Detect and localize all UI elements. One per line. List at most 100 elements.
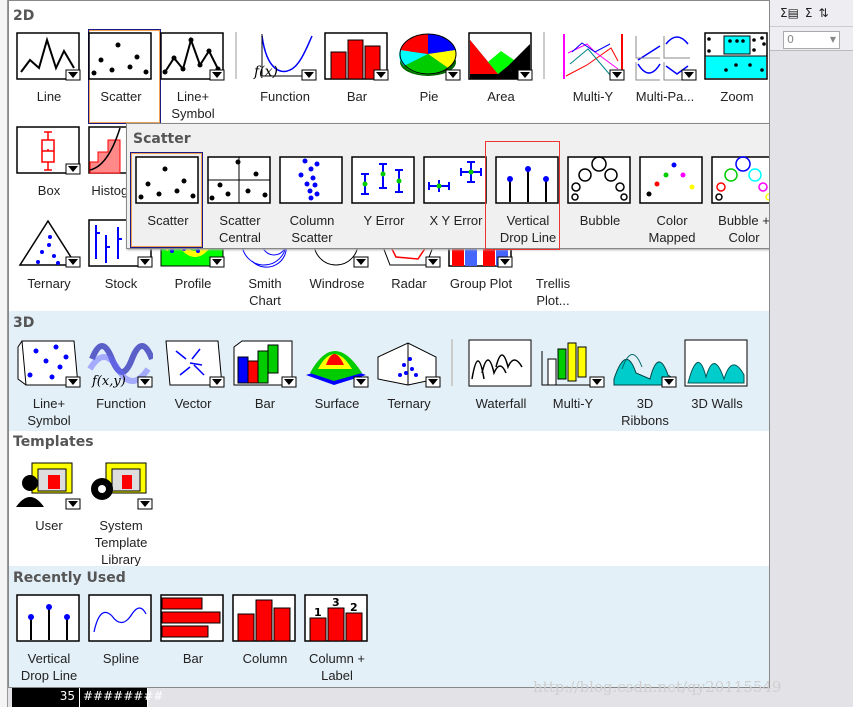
combo-box[interactable]: 0 ▼ <box>783 31 840 49</box>
divider <box>235 32 237 79</box>
svg-text:2: 2 <box>350 601 358 614</box>
pie-icon[interactable] <box>395 31 461 81</box>
graph-type-label: Pie <box>419 89 439 104</box>
graph-type-label: Line+ Symbol <box>171 89 215 121</box>
graph-type-label: Column + Label <box>309 651 365 683</box>
3dfunction-icon[interactable]: f(x,y) <box>87 338 155 389</box>
graph-type-label: Multi-Pa... <box>635 89 695 104</box>
3dvector-icon[interactable] <box>159 338 225 388</box>
system-icon[interactable] <box>87 460 153 510</box>
flyout-title: Scatter <box>133 131 191 147</box>
user-icon[interactable] <box>15 460 81 510</box>
graph-type-label: 3D Ribbons <box>621 396 669 428</box>
sigma-row-icon[interactable]: Σ <box>805 6 813 20</box>
ternary-icon[interactable] <box>15 218 81 268</box>
3dternary-icon[interactable] <box>375 338 441 388</box>
bar-icon[interactable] <box>323 31 389 81</box>
dropline-icon[interactable] <box>15 593 81 643</box>
graph-type-label: Column Scatter <box>289 213 335 245</box>
cell[interactable]: 35 <box>12 688 80 707</box>
graph-type-label: Area <box>487 89 515 104</box>
zoom-icon[interactable] <box>703 31 769 81</box>
scatter-icon[interactable] <box>87 31 153 81</box>
combo-value: 0 <box>787 33 794 46</box>
bubble-icon[interactable] <box>566 155 632 205</box>
svg-text:1: 1 <box>314 606 322 619</box>
graph-type-label: Multi-Y <box>552 396 594 411</box>
graph-type-label: Waterfall <box>475 396 527 411</box>
xyerror-icon[interactable] <box>422 155 488 205</box>
section-3d: 3D Line+ Symbol f(x,y) Function Vector Bar Su… <box>9 311 769 431</box>
box-icon[interactable] <box>15 125 81 175</box>
graph-type-label: Surface <box>314 396 360 411</box>
graph-type-label: Function <box>260 89 310 104</box>
scatter-flyout: Scatter Scatter Scatter Central Column Sca… <box>126 123 769 250</box>
section-title-2d: 2D <box>13 8 35 24</box>
graph-type-label: Scatter Central <box>219 213 261 245</box>
3dmultiy-icon[interactable] <box>539 338 605 388</box>
graph-type-label: System Template Library <box>94 518 148 567</box>
graph-type-label: Radar <box>391 276 427 291</box>
graph-type-label: Smith Chart <box>248 276 282 308</box>
graph-type-label: Line+ Symbol <box>27 396 71 428</box>
graph-gallery-panel: 2D Line Scatter Line+ Symbol f(x) Function Ba… <box>8 0 770 688</box>
function-icon[interactable]: f(x) <box>251 31 317 81</box>
line-icon[interactable] <box>15 31 81 81</box>
graph-type-label: X Y Error <box>429 213 483 228</box>
graph-type-label: Function <box>96 396 146 411</box>
graph-type-label: User <box>35 518 63 533</box>
graph-type-label: Trellis Plot... <box>535 276 571 308</box>
area-icon[interactable] <box>467 31 533 81</box>
colscatter-icon[interactable] <box>278 155 344 205</box>
ribbons-icon[interactable] <box>611 338 677 388</box>
divider <box>451 339 453 386</box>
3dscatter-icon[interactable] <box>15 338 81 388</box>
watermark: http://blog.csdn.net/qy20115549 <box>533 678 782 696</box>
sort-icon[interactable]: ⇅ <box>819 6 829 20</box>
divider <box>543 32 545 79</box>
worksheet-edge <box>0 0 8 707</box>
3dbar-icon[interactable] <box>231 338 297 388</box>
hbar-icon[interactable] <box>159 593 225 643</box>
section-title-3d: 3D <box>13 315 35 331</box>
graph-type-label: Scatter <box>100 89 142 104</box>
graph-type-label: Vertical Drop Line <box>20 651 78 683</box>
graph-type-label: Spline <box>102 651 140 666</box>
3dsurface-icon[interactable] <box>303 338 369 388</box>
cell[interactable]: ######## <box>80 688 163 707</box>
walls-icon[interactable] <box>683 338 749 388</box>
graph-type-label: Multi-Y <box>572 89 614 104</box>
colormapped-icon[interactable] <box>638 155 704 205</box>
section-title-templates: Templates <box>13 434 94 450</box>
graph-type-label: Zoom <box>720 89 754 104</box>
svg-text:f(x): f(x) <box>253 64 278 80</box>
column-icon[interactable] <box>231 593 297 643</box>
toolbar: Σ▤ Σ ⇅ <box>770 0 853 27</box>
bubblecolor-icon[interactable] <box>710 155 769 205</box>
chevron-down-icon[interactable]: ▼ <box>830 32 836 48</box>
yerror-icon[interactable] <box>350 155 416 205</box>
multiy-icon[interactable] <box>559 31 625 81</box>
graph-type-label: Bar <box>254 396 276 411</box>
annotation-box <box>485 141 560 250</box>
worksheet-row: 35 ######## <box>12 688 163 707</box>
graph-type-label: Color Mapped <box>648 213 696 245</box>
graph-type-label: Bubble <box>579 213 621 228</box>
spline-icon[interactable] <box>87 593 153 643</box>
linesym-icon[interactable] <box>159 31 225 81</box>
graph-type-label: Stock <box>104 276 138 291</box>
graph-type-label: Windrose <box>309 276 365 291</box>
waterfall-icon[interactable] <box>467 338 533 388</box>
section-recently-used: Recently Used Vertical Drop Line Spline Ba… <box>9 566 769 687</box>
graph-type-label: Vector <box>174 396 212 411</box>
graph-type-label: Ternary <box>27 276 71 291</box>
graph-type-label: Bar <box>182 651 204 666</box>
graph-type-label: Profile <box>174 276 212 291</box>
scatcentral-icon[interactable] <box>206 155 272 205</box>
selected-highlight <box>130 152 203 248</box>
multipanel-icon[interactable] <box>631 31 697 81</box>
graph-type-label: Line <box>36 89 62 104</box>
graph-type-label: Box <box>37 183 61 198</box>
sigma-column-icon[interactable]: Σ▤ <box>780 6 799 20</box>
columnlabel-icon[interactable]: 132 <box>303 593 369 643</box>
